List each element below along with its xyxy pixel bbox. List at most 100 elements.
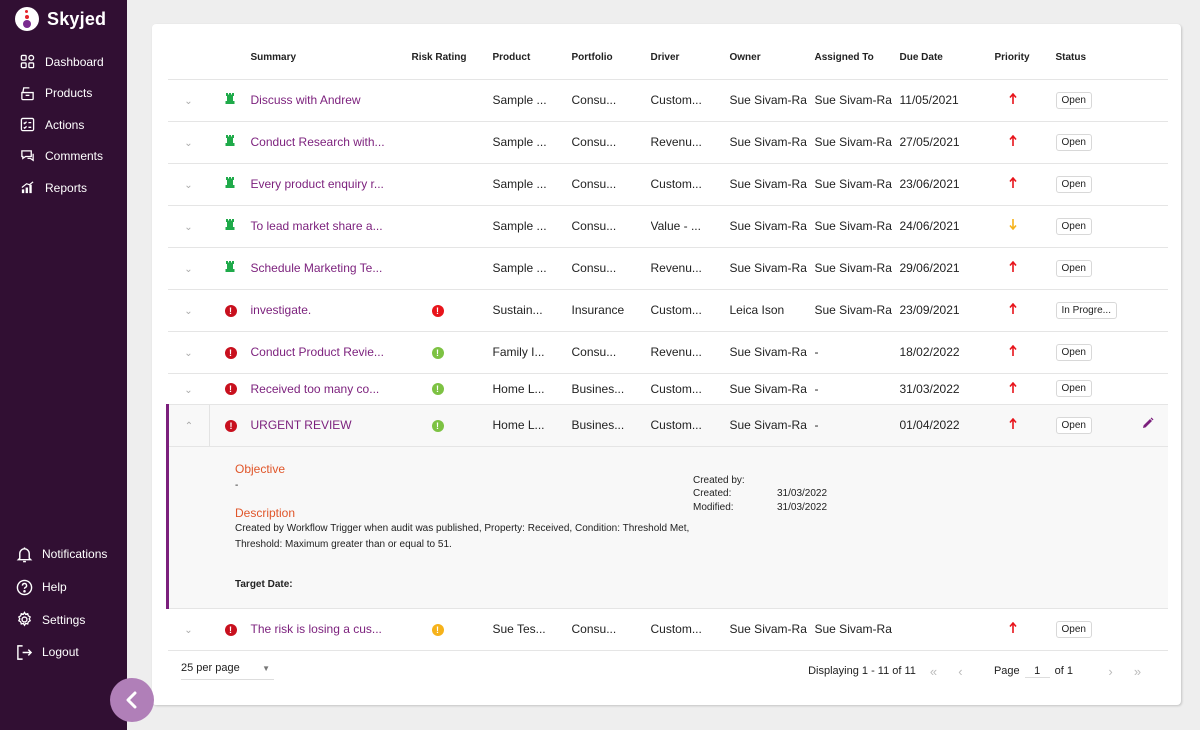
column-header-due-date[interactable]: Due Date xyxy=(899,37,995,80)
status-badge[interactable]: Open xyxy=(1055,259,1092,277)
expand-toggle[interactable]: ⌄ xyxy=(167,205,210,248)
table-row[interactable]: ⌄ Every product enquiry r... Sample ... Con… xyxy=(167,163,1168,206)
table-row[interactable]: ⌄ Discuss with Andrew Sample ... Consu... Cu… xyxy=(167,79,1168,122)
sidebar-item-products[interactable]: Products xyxy=(0,78,127,110)
column-header-assigned-to[interactable]: Assigned To xyxy=(814,37,900,80)
assigned-to-cell: - xyxy=(814,373,900,405)
displaying-count: Displaying 1 - 11 of 11 xyxy=(808,665,916,677)
sidebar-item-actions[interactable]: Actions xyxy=(0,109,127,141)
summary-link[interactable]: To lead market share a... xyxy=(251,219,383,233)
sidebar-item-label: Products xyxy=(45,86,93,101)
table-row[interactable]: ⌄ To lead market share a... Sample ... Cons… xyxy=(167,205,1168,248)
sidebar-item-label: Comments xyxy=(45,149,104,164)
sidebar-item-comments[interactable]: Comments xyxy=(0,141,127,173)
summary-link[interactable]: investigate. xyxy=(251,303,312,317)
brand[interactable]: Skyjed xyxy=(15,7,106,31)
summary-link[interactable]: Received too many co... xyxy=(251,382,380,396)
expand-toggle[interactable]: ⌄ xyxy=(167,331,210,374)
expand-toggle[interactable]: ⌄ xyxy=(167,163,210,206)
prev-page-button[interactable]: ‹ xyxy=(947,664,974,679)
status-badge[interactable]: Open xyxy=(1055,416,1092,434)
summary-cell[interactable]: The risk is losing a cus... xyxy=(249,608,412,651)
summary-cell[interactable]: investigate. xyxy=(249,289,412,332)
alert-icon: ! xyxy=(225,419,237,432)
column-header-risk-rating[interactable]: Risk Rating xyxy=(411,37,493,80)
status-badge[interactable]: Open xyxy=(1055,91,1092,109)
expand-toggle[interactable]: ⌄ xyxy=(167,289,210,332)
status-badge[interactable]: Open xyxy=(1055,133,1092,151)
expand-toggle[interactable]: ⌄ xyxy=(167,373,210,405)
driver-cell: Revenu... xyxy=(650,331,730,374)
expand-toggle[interactable]: ⌃ xyxy=(166,404,210,447)
status-cell: Open xyxy=(1055,404,1141,447)
sidebar-item-reports[interactable]: Reports xyxy=(0,172,127,204)
collapse-sidebar-button[interactable] xyxy=(110,678,154,722)
status-badge[interactable]: Open xyxy=(1055,217,1092,235)
table-row[interactable]: ⌃! URGENT REVIEW! Home L... Busines... Custo… xyxy=(166,404,1168,447)
product-cell: Home L... xyxy=(492,404,572,447)
column-header-portfolio[interactable]: Portfolio xyxy=(571,37,651,80)
edit-pencil-icon[interactable] xyxy=(1141,417,1154,430)
status-badge[interactable]: In Progre... xyxy=(1055,301,1117,319)
expand-toggle[interactable]: ⌄ xyxy=(167,79,210,122)
priority-cell xyxy=(994,331,1056,374)
summary-cell[interactable]: Discuss with Andrew xyxy=(249,79,412,122)
summary-cell[interactable]: Schedule Marketing Te... xyxy=(249,247,412,290)
page-number-input[interactable]: 1 xyxy=(1024,665,1050,678)
column-header-owner[interactable]: Owner xyxy=(729,37,815,80)
summary-link[interactable]: Discuss with Andrew xyxy=(251,93,361,107)
owner-cell: Sue Sivam-Ra xyxy=(729,79,815,122)
sidebar-item-notifications[interactable]: Notifications xyxy=(0,538,127,571)
due-date-cell: 01/04/2022 xyxy=(899,404,995,447)
sidebar-item-help[interactable]: Help xyxy=(0,571,127,604)
due-date-cell: 27/05/2021 xyxy=(899,121,995,164)
column-header-status[interactable]: Status xyxy=(1055,37,1141,80)
comments-icon xyxy=(21,149,34,162)
summary-cell[interactable]: Conduct Research with... xyxy=(249,121,412,164)
summary-link[interactable]: The risk is losing a cus... xyxy=(251,622,382,636)
last-page-button[interactable]: » xyxy=(1124,664,1151,679)
status-badge[interactable]: Open xyxy=(1055,620,1092,638)
product-cell: Sample ... xyxy=(492,79,572,122)
risk-green-icon: ! xyxy=(431,383,444,396)
summary-link[interactable]: URGENT REVIEW xyxy=(251,418,352,432)
first-page-button[interactable]: « xyxy=(920,664,947,679)
status-badge[interactable]: Open xyxy=(1055,380,1092,397)
table-row[interactable]: ⌄! investigate.! Sustain... Insurance Custom… xyxy=(167,289,1168,332)
expand-toggle[interactable]: ⌄ xyxy=(167,247,210,290)
sidebar-item-label: Actions xyxy=(45,117,85,132)
summary-cell[interactable]: To lead market share a... xyxy=(249,205,412,248)
column-header-product[interactable]: Product xyxy=(492,37,572,80)
table-row[interactable]: ⌄! Received too many co...! Home L... Busin… xyxy=(167,373,1168,405)
status-cell: Open xyxy=(1055,79,1141,122)
expand-toggle[interactable]: ⌄ xyxy=(167,608,210,651)
table-row[interactable]: ⌄! The risk is losing a cus...! Sue Tes...… xyxy=(167,608,1168,651)
expand-toggle[interactable]: ⌄ xyxy=(167,121,210,164)
summary-cell[interactable]: Received too many co... xyxy=(249,373,412,405)
next-page-button[interactable]: › xyxy=(1097,664,1124,679)
sidebar-item-logout[interactable]: Logout xyxy=(0,636,127,669)
summary-link[interactable]: Every product enquiry r... xyxy=(251,177,384,191)
summary-cell[interactable]: URGENT REVIEW xyxy=(249,404,412,447)
sidebar-item-dashboard[interactable]: Dashboard xyxy=(0,46,127,78)
per-page-select[interactable]: 25 per page ▼ xyxy=(181,662,274,680)
type-cell xyxy=(209,205,250,248)
summary-cell[interactable]: Every product enquiry r... xyxy=(249,163,412,206)
pagination: Displaying 1 - 11 of 11 « ‹ Page 1 of 1 … xyxy=(808,662,1151,680)
risk-rating-cell xyxy=(411,163,493,206)
summary-link[interactable]: Conduct Product Revie... xyxy=(251,345,384,359)
column-header-driver[interactable]: Driver xyxy=(650,37,730,80)
risk-rating-cell: ! xyxy=(411,404,493,447)
table-row[interactable]: ⌄ Schedule Marketing Te... Sample ... Consu… xyxy=(167,247,1168,290)
summary-link[interactable]: Conduct Research with... xyxy=(251,135,385,149)
column-header-priority[interactable]: Priority xyxy=(994,37,1056,80)
table-row[interactable]: ⌄! Conduct Product Revie...! Family I... Co… xyxy=(167,331,1168,374)
column-header-summary[interactable]: Summary xyxy=(249,37,412,80)
table-row[interactable]: ⌄ Conduct Research with... Sample ... Consu… xyxy=(167,121,1168,164)
row-actions-cell xyxy=(1140,608,1168,651)
status-badge[interactable]: Open xyxy=(1055,175,1092,193)
status-badge[interactable]: Open xyxy=(1055,343,1092,361)
summary-cell[interactable]: Conduct Product Revie... xyxy=(249,331,412,374)
sidebar-item-settings[interactable]: Settings xyxy=(0,603,127,636)
summary-link[interactable]: Schedule Marketing Te... xyxy=(251,261,383,275)
